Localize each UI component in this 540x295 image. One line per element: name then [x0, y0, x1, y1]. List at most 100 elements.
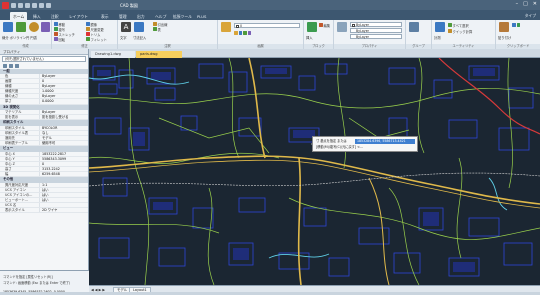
move-icon	[54, 22, 58, 26]
table-icon	[153, 27, 157, 31]
ribbon-group-annotation: A 文字 寸法記入 引出線 表 注釈	[118, 20, 218, 49]
undo-icon[interactable]	[39, 2, 44, 8]
stretch-icon	[54, 32, 58, 36]
select-all-icon	[448, 23, 452, 27]
close-button[interactable]: ✕	[533, 2, 537, 7]
layer-properties-icon[interactable]	[221, 22, 231, 32]
tab-plus[interactable]: PLUS	[194, 12, 209, 20]
properties-panel: プロパティ (何も選択されていません) 一般 色 ByLayer 画層 0 線種 By…	[0, 49, 89, 295]
line-label[interactable]: 線分	[2, 35, 9, 40]
print-icon[interactable]	[32, 2, 37, 8]
layer-lock-icon[interactable]	[238, 31, 242, 35]
ribbon-group-modify: 移動 複写 ストレッチ 回転 鏡像 尺度変更 トリム フィレット 修正	[52, 20, 118, 49]
circle-label[interactable]: 円	[26, 35, 29, 40]
window-title: CAD 製図	[120, 2, 138, 8]
map-drawing	[89, 58, 540, 285]
ribbon-group-utilities: 計測 すべて選択 クイック計算 ユーティリティ	[432, 20, 496, 49]
color-swatch	[352, 24, 355, 27]
quick-calc-button[interactable]: クイック計算	[453, 29, 473, 34]
layout-tabs: ◀ ◀ ▶ ▶ モデル Layout1	[89, 285, 540, 293]
open-file-icon[interactable]	[18, 2, 23, 8]
app-logo-icon[interactable]	[2, 1, 9, 9]
doc-tab-drawing1[interactable]: Drawing1.dwg	[91, 50, 135, 58]
tab-layout[interactable]: レイアウト	[66, 12, 91, 20]
ribbon-group-block: 挿入 編集 ブロック	[304, 20, 334, 49]
command-history-line-2: コマンド: 画面移動 (Esc または Enter で終了)	[3, 281, 71, 285]
coordinate-input-field[interactable]: 1853284.6396, 5586713.4421	[355, 139, 415, 144]
circle-icon[interactable]	[29, 22, 39, 32]
text-label[interactable]: 文字	[120, 35, 127, 40]
tab-home[interactable]: ホーム	[10, 12, 28, 20]
block-insert-label[interactable]: 挿入	[306, 35, 313, 40]
redo-icon[interactable]	[46, 2, 51, 8]
layer-freeze-icon[interactable]	[234, 31, 238, 35]
paste-icon[interactable]	[499, 22, 509, 32]
linetype-dropdown[interactable]: ByLayer	[350, 28, 402, 33]
layer-dropdown[interactable]: 0	[234, 23, 300, 28]
dynamic-input-tooltip: 寸 基点を指定 または 1853284.6396, 5586713.4421 […	[312, 136, 418, 152]
properties-panel-title: プロパティ	[0, 49, 88, 55]
scale-icon	[86, 27, 90, 31]
copy-icon	[54, 27, 58, 31]
prop-row: 表示スタイル 2D ワイヤ	[0, 208, 88, 214]
fillet-button[interactable]: フィレット	[91, 37, 107, 42]
text-icon[interactable]: A	[121, 22, 131, 32]
tab-extensions[interactable]: 拡張ツール	[170, 12, 195, 20]
maximize-button[interactable]: □	[523, 2, 528, 7]
trim-icon	[86, 32, 90, 36]
arc-icon[interactable]	[41, 22, 50, 32]
dimension-label[interactable]: 寸法記入	[133, 35, 146, 40]
group-icon[interactable]	[409, 22, 419, 32]
save-icon[interactable]	[25, 2, 30, 8]
quick-access-toolbar	[11, 2, 51, 8]
measure-label[interactable]: 計測	[434, 35, 441, 40]
arc-label[interactable]: 円弧	[30, 35, 37, 40]
match-properties-icon[interactable]	[337, 22, 347, 32]
calculator-icon	[448, 29, 452, 33]
tab-insert[interactable]: 挿入	[30, 12, 44, 20]
block-edit-button[interactable]: 編集	[324, 23, 331, 28]
dimension-icon[interactable]	[134, 22, 144, 32]
drawing-canvas[interactable]	[89, 58, 540, 285]
layer-isolate-icon[interactable]	[247, 31, 251, 35]
tab-annotate[interactable]: 注釈	[48, 12, 62, 20]
line-icon[interactable]	[3, 22, 13, 32]
layer-on-icon[interactable]	[243, 31, 247, 35]
doc-tab-paris[interactable]: paris.dwg	[136, 50, 182, 58]
rotate-icon	[54, 37, 58, 41]
toggle-pickadd-icon[interactable]	[3, 63, 7, 68]
polyline-label[interactable]: ポリライン	[10, 35, 26, 40]
polyline-icon[interactable]	[16, 22, 26, 32]
quick-select-icon[interactable]	[15, 63, 19, 68]
tab-help[interactable]: ヘルプ	[152, 12, 169, 20]
select-objects-icon[interactable]	[9, 63, 13, 68]
cut-icon[interactable]	[512, 23, 516, 27]
selection-dropdown[interactable]: (何も選択されていません)	[2, 56, 86, 62]
ribbon-tabs: ホーム 挿入 注釈 レイアウト 表示 管理 出力 ヘルプ 拡張ツール PLUS …	[0, 10, 540, 20]
ribbon-group-layer: 0 画層	[218, 20, 304, 49]
rotate-button[interactable]: 回転	[59, 37, 66, 42]
lineweight-dropdown[interactable]: ByLayer	[350, 34, 402, 39]
block-insert-icon[interactable]	[307, 22, 317, 32]
measure-icon[interactable]	[435, 22, 445, 32]
title-bar: CAD 製図 – □ ✕	[0, 0, 540, 10]
ribbon-group-clipboard: 貼り付け クリップボード	[496, 20, 540, 49]
tab-manage[interactable]: 管理	[116, 12, 130, 20]
tab-output[interactable]: 出力	[134, 12, 148, 20]
tooltip-options: [移動(M)/複写(C)/元に戻す] <…	[316, 145, 363, 149]
select-all-button[interactable]: すべて選択	[453, 23, 469, 28]
block-edit-icon	[319, 23, 323, 27]
layer-color-swatch	[236, 25, 239, 28]
ribbon-group-draw: 線分 ポリライン 円 円弧 作成	[0, 20, 52, 49]
leader-icon	[153, 22, 157, 26]
new-file-icon[interactable]	[11, 2, 16, 8]
layout-nav-arrows[interactable]: ◀ ◀ ▶ ▶	[91, 288, 105, 292]
color-dropdown[interactable]: ByLayer	[350, 22, 402, 27]
tab-view[interactable]: 表示	[98, 12, 112, 20]
command-history-line-1: コマンドを指定 [属性リセット(R)]	[3, 275, 53, 279]
copy-clip-icon[interactable]	[516, 23, 520, 27]
minimize-button[interactable]: –	[516, 2, 519, 7]
table-button[interactable]: 表	[158, 27, 161, 32]
ribbon-style-toggle[interactable]: タイプ	[525, 13, 536, 19]
paste-label[interactable]: 貼り付け	[498, 35, 511, 40]
